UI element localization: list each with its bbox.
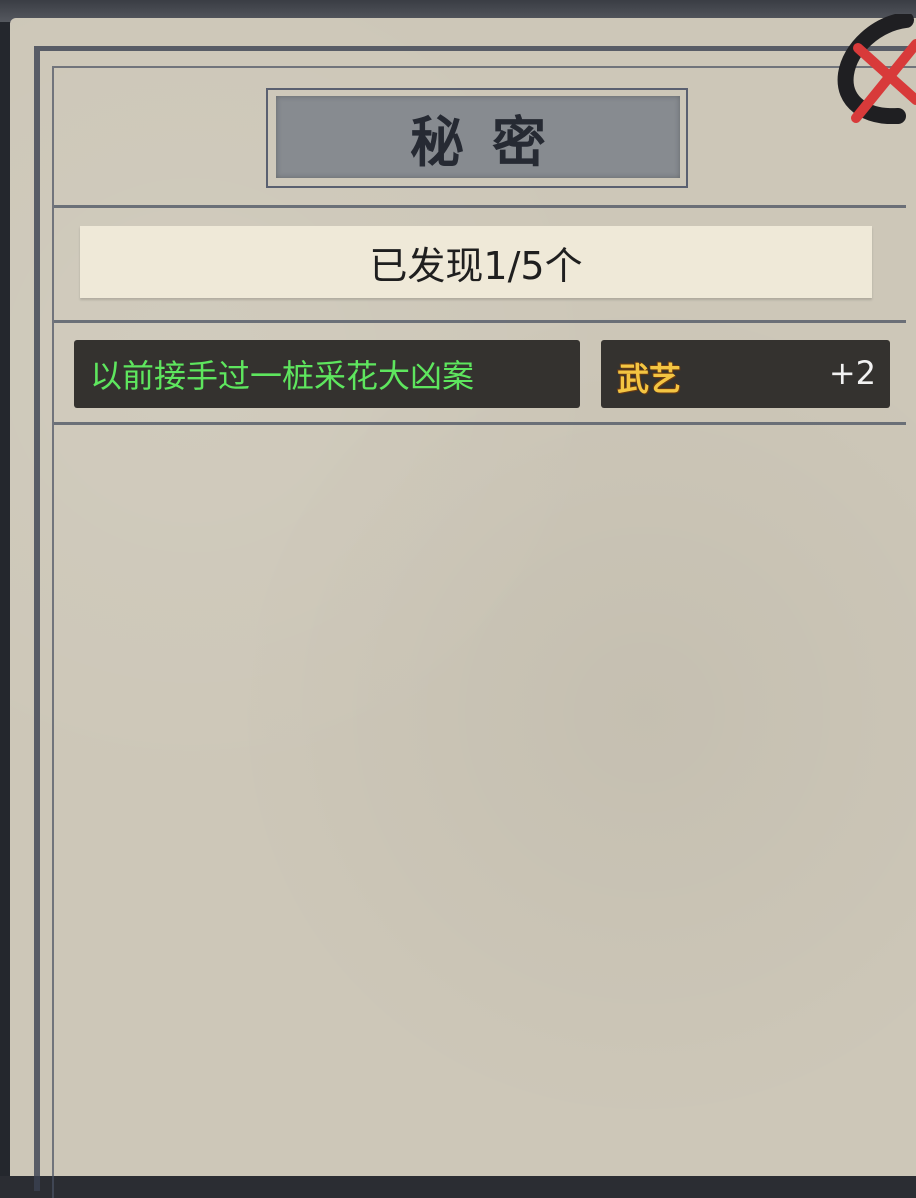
panel-title: 秘密 — [410, 109, 574, 174]
reward-stat-label: 武艺 — [617, 360, 682, 398]
discovered-counter-banner: 已发现1/5个 — [80, 226, 872, 298]
divider-middle — [54, 320, 906, 323]
divider-bottom — [54, 422, 906, 425]
discovered-counter-text: 已发现1/5个 — [369, 243, 583, 288]
title-plate: 秘密 — [276, 96, 680, 178]
reward-stat-value: +2 — [828, 354, 876, 392]
secret-reward: 武艺 +2 — [601, 340, 890, 408]
close-icon — [837, 12, 916, 125]
close-button[interactable] — [836, 12, 916, 125]
divider-top — [54, 205, 906, 208]
secret-item[interactable]: 以前接手过一桩采花大凶案 — [74, 340, 580, 408]
secret-item-text: 以前接手过一桩采花大凶案 — [90, 357, 475, 395]
game-window: 秘密 已发现1/5个 以前接手过一桩采花大凶案 武艺 +2 — [0, 0, 916, 1198]
